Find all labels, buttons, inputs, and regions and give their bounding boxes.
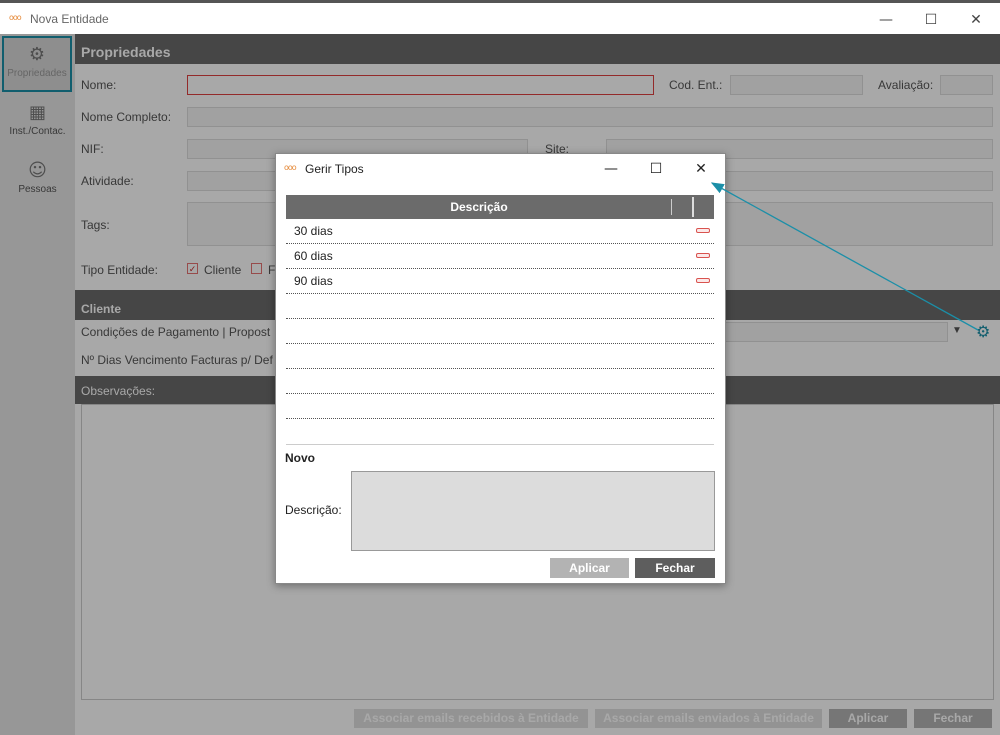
table-row	[286, 344, 714, 369]
column-header-descricao[interactable]: Descrição	[286, 195, 672, 219]
column-resize-handle[interactable]	[692, 197, 694, 217]
remove-row-icon[interactable]	[696, 253, 710, 258]
table-row[interactable]: 60 dias	[286, 244, 714, 269]
dialog-aplicar-button[interactable]: Aplicar	[550, 558, 629, 578]
remove-row-icon[interactable]	[696, 278, 710, 283]
row-descricao: 90 dias	[294, 274, 333, 288]
table-row	[286, 294, 714, 319]
close-button[interactable]: ✕	[956, 7, 996, 33]
maximize-button[interactable]: ☐	[911, 7, 951, 33]
gerir-tipos-dialog: ooo Gerir Tipos — ☐ ✕ Descrição 30 dias …	[275, 153, 726, 584]
table-row	[286, 394, 714, 419]
window-titlebar: ooo Nova Entidade — ☐ ✕	[0, 0, 1000, 34]
descricao-input[interactable]	[351, 471, 715, 551]
dialog-close-button[interactable]: ✕	[681, 156, 721, 182]
app-logo-icon: ooo	[284, 163, 297, 172]
divider	[286, 444, 714, 445]
novo-title: Novo	[285, 451, 315, 465]
dialog-titlebar: ooo Gerir Tipos — ☐ ✕	[276, 154, 725, 184]
grid-header: Descrição	[286, 195, 714, 219]
dialog-fechar-button[interactable]: Fechar	[635, 558, 715, 578]
app-logo-icon: ooo	[9, 13, 22, 22]
table-row[interactable]: 90 dias	[286, 269, 714, 294]
minimize-button[interactable]: —	[866, 7, 906, 33]
dialog-maximize-button[interactable]: ☐	[636, 156, 676, 182]
table-row[interactable]: 30 dias	[286, 219, 714, 244]
row-descricao: 30 dias	[294, 224, 333, 238]
row-descricao: 60 dias	[294, 249, 333, 263]
descricao-label: Descrição:	[285, 503, 342, 517]
window-title: Nova Entidade	[30, 12, 109, 26]
remove-row-icon[interactable]	[696, 228, 710, 233]
table-row	[286, 319, 714, 344]
column-separator	[671, 199, 672, 215]
table-row	[286, 369, 714, 394]
dialog-title: Gerir Tipos	[305, 162, 364, 176]
dialog-minimize-button[interactable]: —	[591, 156, 631, 182]
